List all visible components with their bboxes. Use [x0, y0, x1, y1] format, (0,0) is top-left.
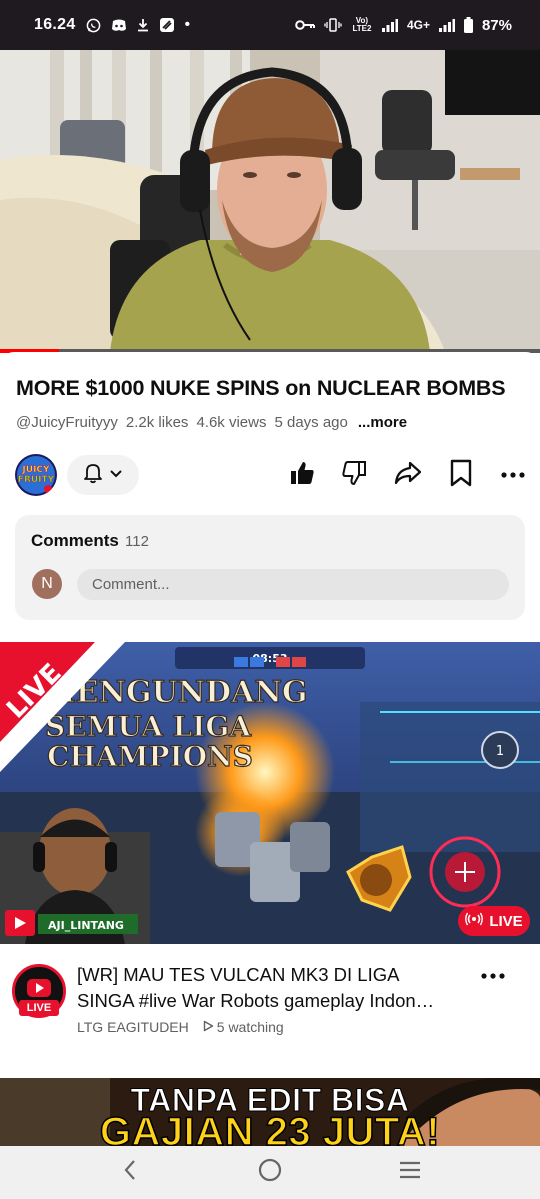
- broadcast-icon: [465, 912, 484, 930]
- svg-text:1: 1: [496, 744, 504, 759]
- nav-recents-button[interactable]: [390, 1153, 430, 1193]
- live-badge-label: LIVE: [489, 912, 523, 930]
- view-count: 4.6k views: [196, 414, 267, 431]
- more-horizontal-icon: [501, 466, 525, 484]
- download-icon: [137, 18, 149, 32]
- signal-icon: [381, 18, 398, 32]
- chevron-down-icon: [109, 466, 123, 484]
- app-notification-icon: [159, 17, 175, 33]
- action-row: JUICY FRUITY: [0, 452, 540, 498]
- live-title-line1: [WR] MAU TES VULCAN MK3 DI LIGA: [77, 964, 400, 985]
- live-video-title[interactable]: [WR] MAU TES VULCAN MK3 DI LIGA SINGA #l…: [77, 962, 477, 1014]
- video-player[interactable]: [0, 50, 540, 352]
- channel-handle[interactable]: @JuicyFruityyy: [16, 414, 118, 431]
- volte-indicator: Vo) LTE2: [352, 16, 372, 33]
- status-bar: 16.24 • Vo) LTE2 4G+ 87%: [0, 0, 540, 50]
- live-badge: LIVE: [458, 906, 530, 936]
- chevron-left-icon: [123, 1159, 137, 1186]
- live-corner-ribbon: LIVE: [0, 642, 140, 782]
- live-video-info[interactable]: LIVE [WR] MAU TES VULCAN MK3 DI LIGA SIN…: [0, 944, 540, 1074]
- like-count: 2.2k likes: [125, 414, 189, 431]
- comments-heading: Comments: [31, 531, 119, 550]
- battery-icon: [463, 17, 473, 33]
- play-outline-icon: [203, 1019, 214, 1035]
- live-meta-row: LTG EAGITUDEH 5 watching: [77, 1019, 284, 1035]
- channel-logo-line1: JUICY: [21, 465, 50, 475]
- home-circle-icon: [258, 1158, 282, 1187]
- channel-avatar[interactable]: JUICY FRUITY: [15, 454, 57, 496]
- video-info-panel: MORE $1000 NUKE SPINS on NUCLEAR BOMBS @…: [0, 352, 540, 642]
- network-type: 4G+: [406, 18, 430, 32]
- more-options-button[interactable]: [497, 459, 529, 491]
- more-link[interactable]: ...more: [358, 414, 407, 431]
- battery-percent: 87%: [481, 16, 512, 34]
- watching-count: 5 watching: [203, 1019, 284, 1035]
- watching-text: 5 watching: [216, 1019, 284, 1035]
- channel-logo-line2: FRUITY: [18, 475, 55, 485]
- menu-lines-icon: [399, 1161, 421, 1184]
- key-icon: [295, 19, 315, 31]
- nav-back-button[interactable]: [110, 1153, 150, 1193]
- signal-2-icon: [438, 18, 455, 32]
- live-video-menu-button[interactable]: [478, 964, 508, 988]
- dislike-button[interactable]: [339, 459, 371, 491]
- more-horizontal-icon: [481, 967, 505, 985]
- status-time: 16.24: [34, 16, 76, 33]
- status-dot: •: [184, 16, 191, 33]
- comment-input[interactable]: Comment...: [77, 569, 509, 600]
- video-title[interactable]: MORE $1000 NUKE SPINS on NUCLEAR BOMBS: [16, 376, 528, 401]
- live-channel-name: LTG EAGITUDEH: [77, 1019, 189, 1035]
- upload-age: 5 days ago: [274, 414, 348, 431]
- like-button[interactable]: [286, 459, 318, 491]
- bell-icon: [83, 462, 103, 489]
- comments-section[interactable]: Comments 112 N Comment...: [15, 515, 525, 620]
- user-avatar: N: [32, 569, 62, 599]
- live-title-line2: SINGA #live War Robots gameplay Indon…: [77, 990, 435, 1011]
- nav-home-button[interactable]: [250, 1153, 290, 1193]
- whatsapp-icon: [86, 18, 101, 33]
- subscription-bell-button[interactable]: [67, 455, 139, 495]
- share-icon: [393, 459, 423, 492]
- bookmark-icon: [449, 459, 473, 492]
- live-avatar-tag: LIVE: [19, 1000, 59, 1016]
- vibrate-icon: [324, 18, 342, 32]
- comments-count: 112: [125, 533, 149, 550]
- video-frame: [0, 50, 540, 352]
- thumbs-down-icon: [341, 459, 369, 492]
- system-nav-bar: [0, 1146, 540, 1199]
- discord-icon: [111, 19, 127, 32]
- save-button[interactable]: [445, 459, 477, 491]
- video-meta-row[interactable]: @JuicyFruityyy 2.2k likes 4.6k views 5 d…: [16, 414, 407, 431]
- streamer-name: AJI_LINTANG: [48, 919, 124, 932]
- thumbs-up-icon: [288, 459, 316, 492]
- share-button[interactable]: [392, 459, 424, 491]
